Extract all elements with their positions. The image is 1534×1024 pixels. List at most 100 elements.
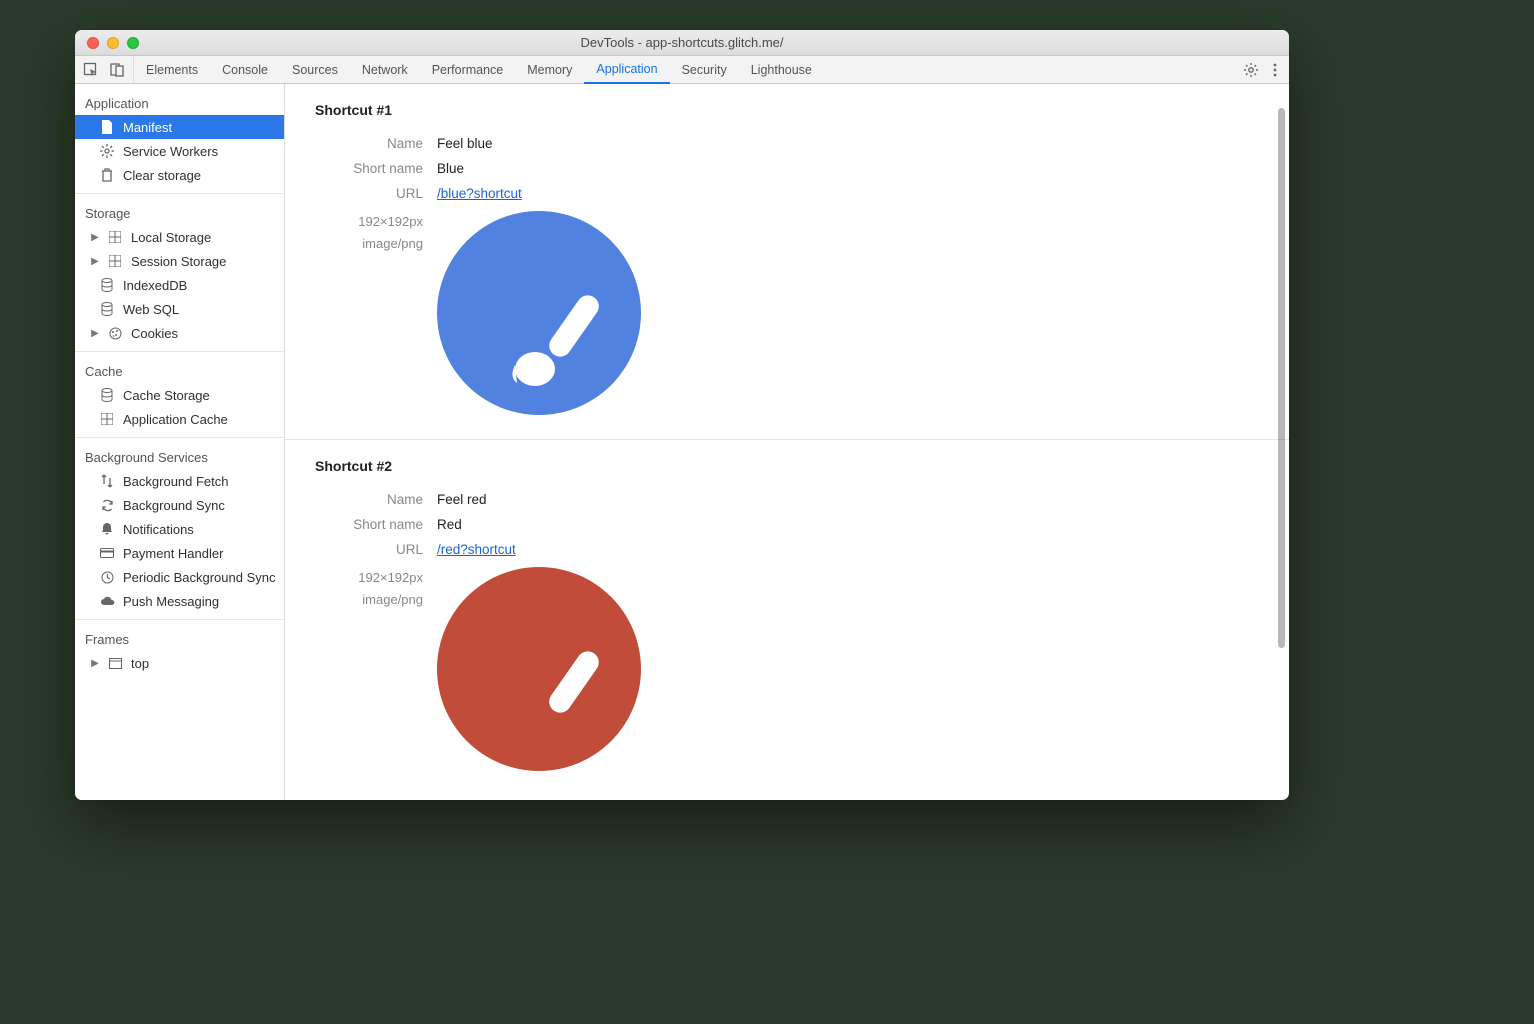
sidebar-item-label: Background Sync — [123, 498, 225, 513]
group-frames: Frames — [75, 626, 284, 651]
sidebar-item-local-storage[interactable]: ▶ Local Storage — [75, 225, 284, 249]
devtools-tabbar: Elements Console Sources Network Perform… — [75, 56, 1289, 84]
shortcut-section-1: Shortcut #1 NameFeel blue Short nameBlue… — [285, 84, 1289, 440]
grid-icon — [99, 411, 115, 427]
cookie-icon — [107, 325, 123, 341]
settings-icon[interactable] — [1243, 62, 1259, 78]
sidebar-item-indexeddb[interactable]: IndexedDB — [75, 273, 284, 297]
clock-icon — [99, 569, 115, 585]
sidebar-item-clear-storage[interactable]: Clear storage — [75, 163, 284, 187]
gear-icon — [99, 143, 115, 159]
shortcut-short-name: Blue — [437, 161, 464, 176]
file-icon — [99, 119, 115, 135]
sidebar-item-session-storage[interactable]: ▶ Session Storage — [75, 249, 284, 273]
sidebar-item-websql[interactable]: Web SQL — [75, 297, 284, 321]
sidebar-item-label: top — [131, 656, 149, 671]
sidebar-item-label: Cookies — [131, 326, 178, 341]
sidebar-item-periodic-background-sync[interactable]: Periodic Background Sync — [75, 565, 284, 589]
group-background-services: Background Services — [75, 444, 284, 469]
grid-icon — [107, 229, 123, 245]
panel-tabs: Elements Console Sources Network Perform… — [134, 56, 824, 83]
sidebar-item-label: Local Storage — [131, 230, 211, 245]
sidebar-item-label: Clear storage — [123, 168, 201, 183]
sidebar-item-notifications[interactable]: Notifications — [75, 517, 284, 541]
expand-arrow-icon: ▶ — [91, 328, 99, 339]
devtools-window: DevTools - app-shortcuts.glitch.me/ Elem… — [75, 30, 1289, 800]
window-title: DevTools - app-shortcuts.glitch.me/ — [75, 35, 1289, 50]
tab-lighthouse[interactable]: Lighthouse — [739, 56, 824, 83]
sidebar-item-label: Periodic Background Sync — [123, 570, 275, 585]
updown-icon — [99, 473, 115, 489]
grid-icon — [107, 253, 123, 269]
database-icon — [99, 301, 115, 317]
sidebar-item-label: Session Storage — [131, 254, 226, 269]
field-label: Name — [315, 136, 437, 151]
sidebar-item-service-workers[interactable]: Service Workers — [75, 139, 284, 163]
sidebar-item-cookies[interactable]: ▶ Cookies — [75, 321, 284, 345]
icon-meta: 192×192px image/png — [315, 211, 437, 255]
tab-network[interactable]: Network — [350, 56, 420, 83]
shortcut-heading: Shortcut #2 — [315, 458, 1259, 474]
tab-sources[interactable]: Sources — [280, 56, 350, 83]
tab-console[interactable]: Console — [210, 56, 280, 83]
sidebar-item-top-frame[interactable]: ▶ top — [75, 651, 284, 675]
sidebar-item-push-messaging[interactable]: Push Messaging — [75, 589, 284, 613]
field-label: URL — [315, 542, 437, 557]
card-icon — [99, 545, 115, 561]
database-icon — [99, 277, 115, 293]
expand-arrow-icon: ▶ — [91, 256, 99, 267]
shortcut-url-link[interactable]: /red?shortcut — [437, 542, 516, 557]
sidebar-item-label: Push Messaging — [123, 594, 219, 609]
sidebar-item-application-cache[interactable]: Application Cache — [75, 407, 284, 431]
group-cache: Cache — [75, 358, 284, 383]
sidebar-item-label: Payment Handler — [123, 546, 223, 561]
sidebar-item-background-fetch[interactable]: Background Fetch — [75, 469, 284, 493]
more-icon[interactable] — [1273, 62, 1277, 78]
group-application: Application — [75, 90, 284, 115]
expand-arrow-icon: ▶ — [91, 658, 99, 669]
sidebar-item-cache-storage[interactable]: Cache Storage — [75, 383, 284, 407]
tab-security[interactable]: Security — [670, 56, 739, 83]
sidebar-item-label: Notifications — [123, 522, 194, 537]
database-icon — [99, 387, 115, 403]
icon-meta: 192×192px image/png — [315, 567, 437, 611]
frame-icon — [107, 655, 123, 671]
device-toggle-icon[interactable] — [109, 62, 125, 78]
sidebar-item-label: Manifest — [123, 120, 172, 135]
shortcut-heading: Shortcut #1 — [315, 102, 1259, 118]
shortcut-icon-preview — [437, 211, 641, 415]
tab-elements[interactable]: Elements — [134, 56, 210, 83]
tab-memory[interactable]: Memory — [515, 56, 584, 83]
inspect-icon[interactable] — [83, 62, 99, 78]
shortcut-name: Feel blue — [437, 136, 493, 151]
manifest-pane: Shortcut #1 NameFeel blue Short nameBlue… — [285, 84, 1289, 800]
sidebar-item-label: Application Cache — [123, 412, 228, 427]
field-label: Name — [315, 492, 437, 507]
field-label: URL — [315, 186, 437, 201]
sync-icon — [99, 497, 115, 513]
bell-icon — [99, 521, 115, 537]
field-label: Short name — [315, 161, 437, 176]
sidebar-item-background-sync[interactable]: Background Sync — [75, 493, 284, 517]
trash-icon — [99, 167, 115, 183]
field-label: Short name — [315, 517, 437, 532]
sidebar-item-label: IndexedDB — [123, 278, 187, 293]
sidebar-item-label: Service Workers — [123, 144, 218, 159]
tab-performance[interactable]: Performance — [420, 56, 516, 83]
shortcut-short-name: Red — [437, 517, 462, 532]
expand-arrow-icon: ▶ — [91, 232, 99, 243]
group-storage: Storage — [75, 200, 284, 225]
sidebar-item-manifest[interactable]: Manifest — [75, 115, 284, 139]
titlebar: DevTools - app-shortcuts.glitch.me/ — [75, 30, 1289, 56]
application-sidebar: Application Manifest Service Workers Cle… — [75, 84, 285, 800]
sidebar-item-payment-handler[interactable]: Payment Handler — [75, 541, 284, 565]
scrollbar[interactable] — [1273, 88, 1287, 796]
sidebar-item-label: Cache Storage — [123, 388, 210, 403]
tab-application[interactable]: Application — [584, 56, 669, 84]
shortcut-section-2: Shortcut #2 NameFeel red Short nameRed U… — [285, 440, 1289, 795]
sidebar-item-label: Background Fetch — [123, 474, 229, 489]
shortcut-url-link[interactable]: /blue?shortcut — [437, 186, 522, 201]
cloud-icon — [99, 593, 115, 609]
shortcut-icon-preview — [437, 567, 641, 771]
sidebar-item-label: Web SQL — [123, 302, 179, 317]
